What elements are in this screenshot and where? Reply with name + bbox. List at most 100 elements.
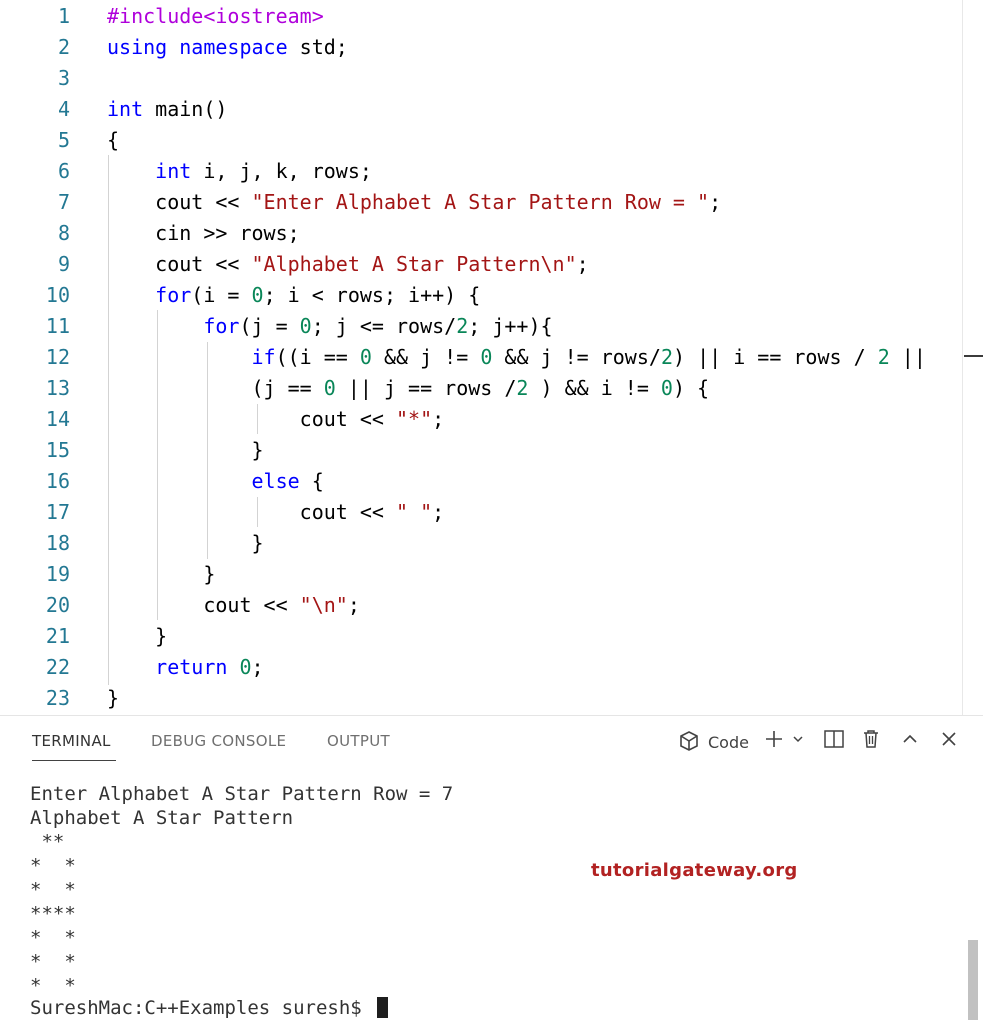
code-token-kw: return	[155, 655, 228, 679]
terminal-line: Enter Alphabet A Star Pattern Row = 7	[30, 783, 454, 805]
terminal-prompt-line[interactable]: SureshMac:C++Examples suresh$	[30, 996, 389, 1020]
code-line[interactable]: 8 cin >> rows;	[0, 218, 983, 249]
terminal-line: ****	[30, 903, 76, 925]
code-line[interactable]: 23}	[0, 683, 983, 714]
code-line[interactable]: 15 }	[0, 435, 983, 466]
code-token-p: (j =	[239, 314, 300, 338]
code-text[interactable]: for(i = 0; i < rows; i++) {	[107, 280, 480, 311]
code-line[interactable]: 16 else {	[0, 466, 983, 497]
code-line[interactable]: 3	[0, 63, 983, 94]
code-text[interactable]: int i, j, k, rows;	[107, 156, 372, 187]
code-token-num: 0	[239, 655, 252, 679]
terminal-dropdown-button[interactable]	[792, 729, 804, 753]
code-line[interactable]: 6 int i, j, k, rows;	[0, 156, 983, 187]
code-text[interactable]: #include<iostream>	[107, 1, 324, 32]
code-text[interactable]: }	[107, 559, 215, 590]
code-line[interactable]: 12 if((i == 0 && j != 0 && j != rows/2) …	[0, 342, 983, 373]
terminal-scrollbar[interactable]	[968, 940, 978, 1020]
code-editor[interactable]: 1 #include<iostream> 2 using namespace std;…	[0, 0, 983, 715]
code-line[interactable]: 2 using namespace std;	[0, 32, 983, 63]
code-text[interactable]: cout << " ";	[107, 497, 445, 528]
code-token-pp: #include<iostream>	[107, 4, 324, 28]
line-number: 13	[45, 376, 70, 400]
code-text[interactable]: cin >> rows;	[107, 218, 300, 249]
line-number: 12	[45, 345, 70, 369]
line-number: 3	[57, 66, 70, 90]
code-line[interactable]: 13 (j == 0 || j == rows /2 ) && i != 0) …	[0, 373, 983, 404]
code-line[interactable]: 1 #include<iostream>	[0, 1, 983, 32]
code-line[interactable]: 22 return 0;	[0, 652, 983, 683]
code-line[interactable]: 4 int main()	[0, 94, 983, 125]
code-text[interactable]: }	[107, 528, 264, 559]
bottom-panel: TERMINAL DEBUG CONSOLE OUTPUT Code	[0, 715, 983, 1025]
code-line[interactable]: 14 cout << "*";	[0, 404, 983, 435]
code-text[interactable]: cout << "Alphabet A Star Pattern\n";	[107, 249, 589, 280]
code-line[interactable]: 19 }	[0, 559, 983, 590]
code-text[interactable]: {	[107, 125, 119, 156]
line-number: 23	[45, 686, 70, 710]
code-line[interactable]: 7 cout << "Enter Alphabet A Star Pattern…	[0, 187, 983, 218]
line-number: 19	[45, 562, 70, 586]
terminal-line: * *	[30, 855, 76, 877]
code-token-p: ;	[251, 655, 264, 679]
code-text[interactable]: cout << "Enter Alphabet A Star Pattern R…	[107, 187, 721, 218]
code-text[interactable]: int main()	[107, 94, 227, 125]
code-token-kw: for	[203, 314, 240, 338]
close-panel-button[interactable]	[940, 729, 958, 753]
code-text[interactable]: return 0;	[107, 652, 264, 683]
code-token-p	[107, 469, 252, 493]
tab-output[interactable]: OUTPUT	[327, 732, 390, 750]
terminal-shell-button[interactable]	[679, 730, 699, 754]
code-token-p: }	[107, 531, 264, 555]
code-line[interactable]: 11 for(j = 0; j <= rows/2; j++){	[0, 311, 983, 342]
code-text[interactable]: }	[107, 621, 167, 652]
code-text[interactable]: }	[107, 435, 264, 466]
code-text[interactable]: using namespace std;	[107, 32, 348, 63]
line-number: 11	[45, 314, 70, 338]
code-token-p: ;	[576, 252, 589, 276]
code-line[interactable]: 20 cout << "\n";	[0, 590, 983, 621]
code-text[interactable]: for(j = 0; j <= rows/2; j++){	[107, 311, 552, 342]
code-token-p: }	[107, 438, 264, 462]
code-line[interactable]: 18 }	[0, 528, 983, 559]
code-token-p: (j ==	[107, 376, 324, 400]
tab-terminal[interactable]: TERMINAL	[32, 732, 111, 750]
line-number: 21	[45, 624, 70, 648]
code-token-p	[107, 314, 203, 338]
shell-label[interactable]: Code	[708, 731, 749, 755]
code-token-p: }	[107, 686, 120, 710]
code-line[interactable]: 21 }	[0, 621, 983, 652]
terminal-line: * *	[30, 927, 76, 949]
code-text[interactable]: else {	[107, 466, 324, 497]
active-tab-indicator	[32, 760, 116, 761]
code-text[interactable]: if((i == 0 && j != 0 && j != rows/2) || …	[107, 342, 926, 373]
code-text[interactable]: (j == 0 || j == rows /2 ) && i != 0) {	[107, 373, 709, 404]
split-terminal-button[interactable]	[823, 729, 845, 753]
code-line[interactable]: 9 cout << "Alphabet A Star Pattern\n";	[0, 249, 983, 280]
kill-terminal-button[interactable]	[861, 729, 881, 753]
line-number: 14	[45, 407, 70, 431]
code-token-p: main()	[143, 97, 228, 121]
code-token-num: 0	[299, 314, 312, 338]
code-text[interactable]: cout << "*";	[107, 404, 445, 435]
code-text[interactable]: cout << "\n";	[107, 590, 360, 621]
maximize-panel-button[interactable]	[901, 729, 919, 753]
code-token-p: && j != rows/	[492, 345, 661, 369]
code-token-kw: using namespace	[107, 35, 288, 59]
line-number: 6	[57, 159, 70, 183]
maximize-icon	[903, 734, 917, 743]
terminal-line: * *	[30, 975, 76, 997]
line-number: 2	[57, 35, 70, 59]
code-line[interactable]: 17 cout << " ";	[0, 497, 983, 528]
code-token-str: "\n"	[299, 593, 348, 617]
line-number: 5	[57, 128, 70, 152]
code-line[interactable]: 10 for(i = 0; i < rows; i++) {	[0, 280, 983, 311]
code-token-p: cout <<	[107, 500, 396, 524]
code-token-p: cout <<	[107, 190, 252, 214]
new-terminal-button[interactable]	[764, 729, 784, 753]
code-text[interactable]: }	[107, 683, 119, 714]
code-token-p: ) && i !=	[528, 376, 661, 400]
code-line[interactable]: 5{	[0, 125, 983, 156]
tab-debug-console[interactable]: DEBUG CONSOLE	[151, 732, 286, 750]
split-icon	[824, 730, 844, 748]
